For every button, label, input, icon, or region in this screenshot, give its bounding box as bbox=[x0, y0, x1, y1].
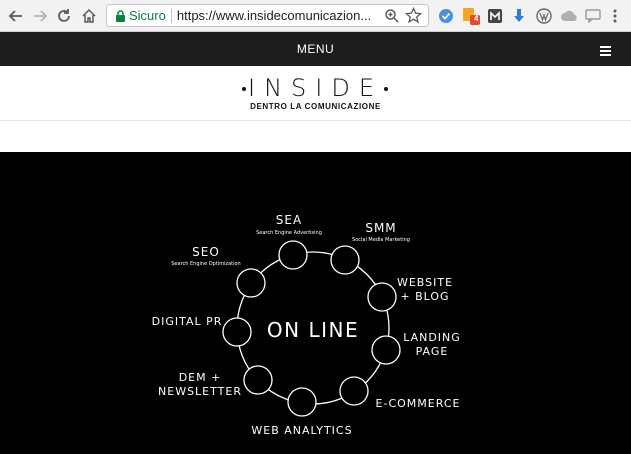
node-smm-circle[interactable] bbox=[330, 245, 360, 275]
address-bar[interactable]: Sicuro https://www.insidecomunicazion... bbox=[106, 4, 429, 27]
kebab-menu-icon[interactable] bbox=[606, 7, 624, 25]
omnibox-separator bbox=[170, 8, 172, 23]
node-landing-circle[interactable] bbox=[371, 335, 401, 365]
site-header: INSIDE DENTRO LA COMUNICAZIONE bbox=[0, 66, 631, 121]
m-extension-icon[interactable] bbox=[486, 7, 504, 25]
node-analytics-circle[interactable] bbox=[287, 387, 317, 417]
node-sea-circle[interactable] bbox=[278, 240, 308, 270]
badge-extension-icon[interactable]: 4 bbox=[462, 7, 480, 25]
download-arrow-icon[interactable] bbox=[510, 7, 528, 25]
zoom-icon[interactable] bbox=[384, 8, 400, 24]
menu-label[interactable]: MENU bbox=[0, 42, 631, 56]
home-icon[interactable] bbox=[79, 6, 99, 26]
checkmark-extension-icon[interactable] bbox=[437, 7, 455, 25]
node-digitalpr-circle[interactable] bbox=[222, 317, 252, 347]
wordpress-icon[interactable] bbox=[535, 7, 553, 25]
node-dem-label-line2: NEWSLETTER bbox=[158, 385, 242, 398]
logo-tagline: DENTRO LA COMUNICAZIONE bbox=[250, 102, 381, 111]
node-landing-label-line2: PAGE bbox=[416, 345, 449, 358]
lock-icon bbox=[113, 9, 127, 23]
node-seo-circle[interactable] bbox=[236, 268, 266, 298]
forward-arrow-icon[interactable] bbox=[30, 6, 50, 26]
node-sea-sublabel: Search Engine Advertising bbox=[256, 230, 322, 236]
online-services-diagram: ON LINE SEA Search Engine Advertising SM… bbox=[0, 152, 631, 454]
node-analytics-label: WEB ANALYTICS bbox=[251, 424, 352, 437]
header-spacer bbox=[0, 121, 631, 152]
node-smm-sublabel: Social Media Marketing bbox=[352, 237, 410, 243]
star-icon[interactable] bbox=[404, 6, 423, 24]
node-website-circle[interactable] bbox=[367, 282, 397, 312]
node-dem-label: DEM + bbox=[179, 371, 222, 384]
site-logo[interactable]: INSIDE bbox=[0, 74, 631, 102]
center-label: ON LINE bbox=[267, 318, 359, 342]
browser-toolbar: Sicuro https://www.insidecomunicazion...… bbox=[0, 0, 631, 32]
node-website-label: WEBSITE bbox=[397, 276, 453, 289]
logo-dot-right-icon bbox=[384, 87, 388, 91]
chat-bubble-icon[interactable] bbox=[584, 7, 602, 25]
node-smm-label: SMM bbox=[365, 221, 396, 235]
node-seo-sublabel: Search Engine Optimization bbox=[171, 261, 240, 267]
node-ecommerce-circle[interactable] bbox=[339, 376, 369, 406]
back-arrow-icon[interactable] bbox=[6, 6, 26, 26]
node-digitalpr-label: DIGITAL PR bbox=[152, 315, 223, 328]
node-ecommerce-label: E-COMMERCE bbox=[376, 397, 461, 410]
url-text[interactable]: https://www.insidecomunicazion... bbox=[177, 8, 389, 23]
node-landing-label: LANDING bbox=[403, 331, 461, 344]
node-dem-circle[interactable] bbox=[243, 365, 273, 395]
extension-badge-count: 4 bbox=[474, 14, 479, 23]
secure-label: Sicuro bbox=[129, 8, 166, 23]
hamburger-icon[interactable] bbox=[600, 43, 611, 56]
site-menu-bar: MENU bbox=[0, 32, 631, 66]
cloud-drive-icon[interactable] bbox=[560, 7, 578, 25]
node-website-label-line2: + BLOG bbox=[400, 290, 449, 303]
reload-icon[interactable] bbox=[54, 6, 74, 26]
node-seo-label: SEO bbox=[192, 245, 220, 259]
node-sea-label: SEA bbox=[276, 213, 302, 227]
diagram-svg: ON LINE SEA Search Engine Advertising SM… bbox=[152, 213, 461, 437]
